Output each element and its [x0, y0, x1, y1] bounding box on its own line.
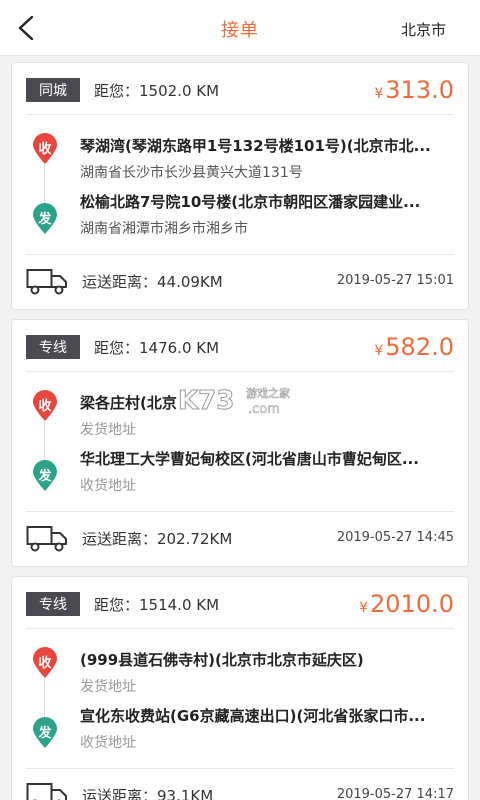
watermark-logo: K73 游戏之家 .com	[178, 386, 291, 418]
delivery-address: 松榆北路7号院10号楼(北京市朝阳区潘家园建业...	[80, 193, 421, 211]
order-card-header: 专线 距您：1476.0 KM ¥582.0	[26, 320, 454, 372]
route-connector	[44, 163, 45, 207]
delivery-pin-icon: 发	[32, 717, 58, 749]
svg-text:.com: .com	[248, 402, 280, 417]
order-price: ¥2010.0	[359, 590, 454, 618]
delivery-address: 宣化东收费站(G6京藏高速出口)(河北省张家口市...	[80, 707, 426, 725]
price-value: 313.0	[385, 76, 454, 104]
order-type-badge: 专线	[26, 592, 80, 616]
svg-text:游戏之家: 游戏之家	[246, 386, 290, 400]
city-selector[interactable]: 北京市	[401, 19, 446, 40]
app-header: 接单 北京市	[0, 0, 480, 56]
order-card[interactable]: 专线 距您：1514.0 KM ¥2010.0 收 发 (999县道石佛寺村)(…	[11, 576, 469, 800]
order-route: 收 发 琴湖湾(琴湖东路甲1号132号楼101号)(北京市北... 湖南省长沙市…	[26, 115, 454, 255]
pickup-pin-label: 收	[38, 142, 52, 157]
shipping-distance: 运送距离：93.1KM	[82, 787, 214, 800]
route-connector	[44, 677, 45, 721]
pickup-address: (999县道石佛寺村)(北京市北京市延庆区)	[80, 651, 364, 669]
distance-to-you: 距您：1476.0 KM	[94, 339, 220, 357]
pickup-sub-address: 湖南省长沙市长沙县黄兴大道131号	[80, 165, 303, 181]
pickup-pin-icon: 收	[32, 647, 58, 679]
currency-symbol: ¥	[359, 600, 369, 616]
order-type-badge: 同城	[26, 78, 80, 102]
delivery-pin-label: 发	[38, 726, 52, 741]
delivery-pin-label: 发	[38, 212, 52, 227]
distance-to-you: 距您：1502.0 KM	[94, 82, 220, 100]
order-card-footer: 运送距离：93.1KM 2019-05-27 14:17	[26, 769, 454, 800]
order-card-header: 专线 距您：1514.0 KM ¥2010.0	[26, 577, 454, 629]
order-price: ¥313.0	[374, 76, 454, 104]
order-price: ¥582.0	[374, 333, 454, 361]
order-card[interactable]: 同城 距您：1502.0 KM ¥313.0 收 发 琴湖湾(琴湖东路甲1号13…	[11, 62, 469, 310]
delivery-pin-icon: 发	[32, 460, 58, 492]
pickup-pin-icon: 收	[32, 133, 58, 165]
pickup-pin-label: 收	[38, 656, 52, 671]
delivery-sub-address: 湖南省湘潭市湘乡市湘乡市	[80, 221, 248, 237]
pickup-pin-icon: 收	[32, 390, 58, 422]
order-type-badge: 专线	[26, 335, 80, 359]
order-time: 2019-05-27 14:17	[336, 787, 454, 800]
order-card-header: 同城 距您：1502.0 KM ¥313.0	[26, 63, 454, 115]
delivery-address: 华北理工大学曹妃甸校区(河北省唐山市曹妃甸区...	[80, 450, 419, 468]
order-card[interactable]: 专线 距您：1476.0 KM ¥582.0 收 发 梁各庄村(北京 发货地址 …	[11, 319, 469, 567]
pickup-address: 琴湖湾(琴湖东路甲1号132号楼101号)(北京市北...	[80, 137, 431, 155]
order-time: 2019-05-27 14:45	[336, 530, 454, 545]
order-card-footer: 运送距离：202.72KM 2019-05-27 14:45	[26, 512, 454, 564]
shipping-distance: 运送距离：44.09KM	[82, 273, 223, 291]
order-time: 2019-05-27 15:01	[336, 273, 454, 288]
shipping-distance: 运送距离：202.72KM	[82, 530, 233, 548]
price-value: 582.0	[385, 333, 454, 361]
order-route: 收 发 (999县道石佛寺村)(北京市北京市延庆区) 发货地址 宣化东收费站(G…	[26, 629, 454, 769]
pickup-sub-address: 发货地址	[80, 679, 136, 695]
currency-symbol: ¥	[374, 343, 384, 359]
delivery-pin-icon: 发	[32, 203, 58, 235]
delivery-pin-label: 发	[38, 469, 52, 484]
truck-icon	[26, 783, 67, 800]
price-value: 2010.0	[370, 590, 454, 618]
route-connector	[44, 420, 45, 464]
order-card-footer: 运送距离：44.09KM 2019-05-27 15:01	[26, 255, 454, 307]
delivery-sub-address: 收货地址	[80, 735, 136, 751]
currency-symbol: ¥	[374, 86, 384, 102]
svg-text:K73: K73	[178, 386, 234, 416]
delivery-sub-address: 收货地址	[80, 478, 136, 494]
pickup-sub-address: 发货地址	[80, 422, 136, 438]
truck-icon	[26, 526, 67, 552]
distance-to-you: 距您：1514.0 KM	[94, 596, 220, 614]
truck-icon	[26, 269, 67, 295]
pickup-pin-label: 收	[38, 399, 52, 414]
